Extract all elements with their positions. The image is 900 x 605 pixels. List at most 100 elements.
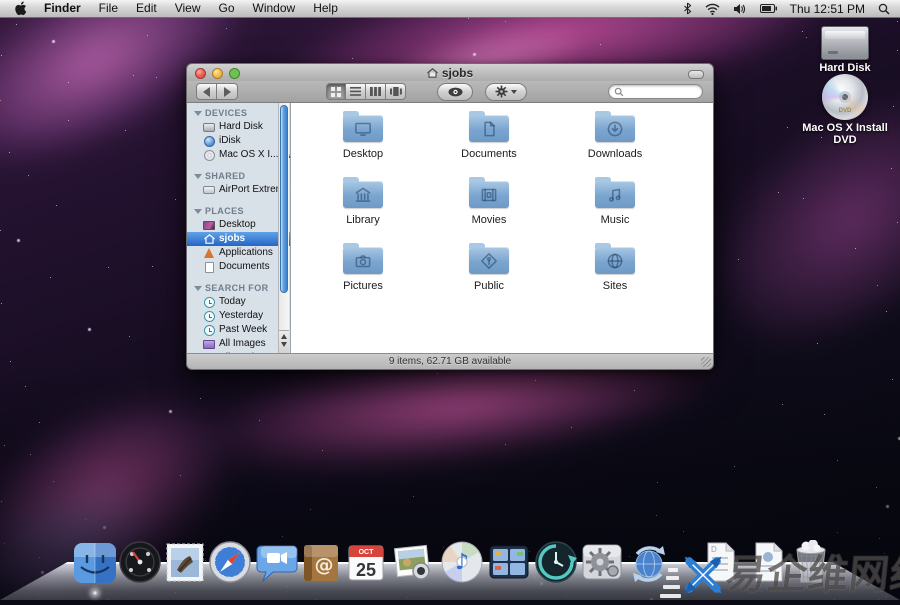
folder-library[interactable]: Library [300,177,426,243]
sites-folder-icon [595,247,635,274]
disclosure-triangle-icon [194,286,202,291]
folder-downloads[interactable]: Downloads [552,111,678,177]
window-body: DEVICES Hard Disk iDisk Mac OS X I... ⏏ … [186,103,714,353]
sidebar-item-sjobs[interactable]: sjobs [187,232,290,246]
back-button[interactable] [196,83,217,100]
spotlight-icon[interactable] [878,3,890,15]
sidebar-item-yesterday[interactable]: Yesterday [187,309,290,323]
sidebar-item-label: Past Week [219,323,267,337]
sidebar-item-past-week[interactable]: Past Week [187,323,290,337]
dock-icon-software-update[interactable] [627,540,671,584]
gear-icon [495,85,508,98]
disclosure-triangle-icon [194,111,202,116]
sidebar-item-idisk[interactable]: iDisk [187,134,290,148]
resize-grip[interactable] [701,357,711,367]
menu-bar: Finder File Edit View Go Window Help Thu… [0,0,900,18]
sidebar-item-label: All Images [219,337,266,351]
dock-icon-spaces[interactable] [487,540,531,584]
sidebar-item-label: Hard Disk [219,120,263,134]
menu-view[interactable]: View [166,0,210,17]
desktop-icon-install-dvd[interactable]: DVD Mac OS X Install DVD [790,74,900,146]
menu-clock[interactable]: Thu 12:51 PM [790,2,865,16]
at-glyph: @ [315,554,334,576]
view-icon-button[interactable] [326,83,346,100]
dock-icon-ichat[interactable] [254,540,298,584]
desktop-icon-hard-disk[interactable]: Hard Disk [790,26,900,74]
sidebar-section-places[interactable]: PLACES [187,204,290,218]
movies-folder-icon [469,181,509,208]
dock-icon-address-book[interactable]: @ [299,540,343,584]
view-coverflow-button[interactable] [386,83,406,100]
section-header-label: SHARED [205,169,245,183]
dock-icon-finder[interactable] [73,540,117,584]
clock-icon [203,296,215,308]
dock-icon-mail[interactable] [163,540,207,584]
quick-look-button[interactable] [437,83,473,101]
dock-icon-safari[interactable] [208,540,252,584]
sidebar-scrollbar[interactable] [278,103,289,353]
folder-movies[interactable]: Movies [426,177,552,243]
menu-help[interactable]: Help [304,0,347,17]
section-header-label: PLACES [205,204,244,218]
dock-icon-system-preferences[interactable] [580,540,624,584]
title-bar[interactable]: sjobs [186,63,714,81]
view-columns-button[interactable] [366,83,386,100]
folder-desktop[interactable]: Desktop [300,111,426,177]
sidebar-item-label: Today [219,295,246,309]
menu-file[interactable]: File [90,0,127,17]
dock-icon-ical[interactable]: OCT 25 [344,540,388,584]
menu-window[interactable]: Window [244,0,305,17]
folder-label: Desktop [343,148,383,160]
pictures-folder-icon [343,247,383,274]
folder-label: Sites [603,280,627,292]
apple-icon [14,1,27,16]
dock-icon-time-machine[interactable] [534,540,578,584]
idisk-globe-icon [203,135,215,147]
sidebar-item-documents[interactable]: Documents [187,260,290,274]
hard-disk-icon [821,26,869,60]
dock-icon-itunes[interactable]: ♪ [440,540,484,584]
sidebar-item-airport-extreme[interactable]: AirPort Extreme [187,183,290,197]
folder-pictures[interactable]: Pictures [300,243,426,309]
sidebar-section-devices[interactable]: DEVICES [187,106,290,120]
action-menu-button[interactable] [485,83,527,101]
menu-go[interactable]: Go [210,0,244,17]
battery-icon[interactable] [760,4,777,13]
sidebar-item-desktop[interactable]: Desktop [187,218,290,232]
chevron-down-icon [511,90,517,94]
bluetooth-icon[interactable] [683,2,692,15]
folder-documents[interactable]: Documents [426,111,552,177]
menu-edit[interactable]: Edit [127,0,166,17]
section-header-label: DEVICES [205,106,247,120]
dock-icon-dashboard[interactable] [118,540,162,584]
scrollbar-thumb[interactable] [280,105,288,293]
search-input[interactable] [608,84,703,99]
folder-label: Public [474,280,504,292]
sidebar-item-label: Mac OS X I... [219,148,278,162]
folder-music[interactable]: Music [552,177,678,243]
desktop-picture-icon [203,219,215,231]
applications-icon [203,247,215,259]
sidebar-item-hard-disk[interactable]: Hard Disk [187,120,290,134]
folder-public[interactable]: Public [426,243,552,309]
desktop-icon-label: Hard Disk [790,62,900,74]
view-list-button[interactable] [346,83,366,100]
home-icon [427,68,438,78]
toolbar-toggle-button[interactable] [688,70,704,79]
forward-button[interactable] [217,83,238,100]
apple-menu[interactable] [10,1,35,16]
sidebar-item-install-disc[interactable]: Mac OS X I... ⏏ [187,148,290,162]
sidebar-item-applications[interactable]: Applications [187,246,290,260]
sidebar-item-all-images[interactable]: All Images [187,337,290,351]
dock-icon-iphoto[interactable] [390,540,434,584]
dock-separator [663,585,680,589]
folder-sites[interactable]: Sites [552,243,678,309]
volume-icon[interactable] [733,3,747,15]
menu-finder[interactable]: Finder [35,0,90,17]
sidebar-item-today[interactable]: Today [187,295,290,309]
note-glyph: ♪ [455,550,469,575]
scrollbar-arrows[interactable] [279,330,289,353]
sidebar-section-search-for[interactable]: SEARCH FOR [187,281,290,295]
wifi-icon[interactable] [705,3,720,15]
sidebar-section-shared[interactable]: SHARED [187,169,290,183]
